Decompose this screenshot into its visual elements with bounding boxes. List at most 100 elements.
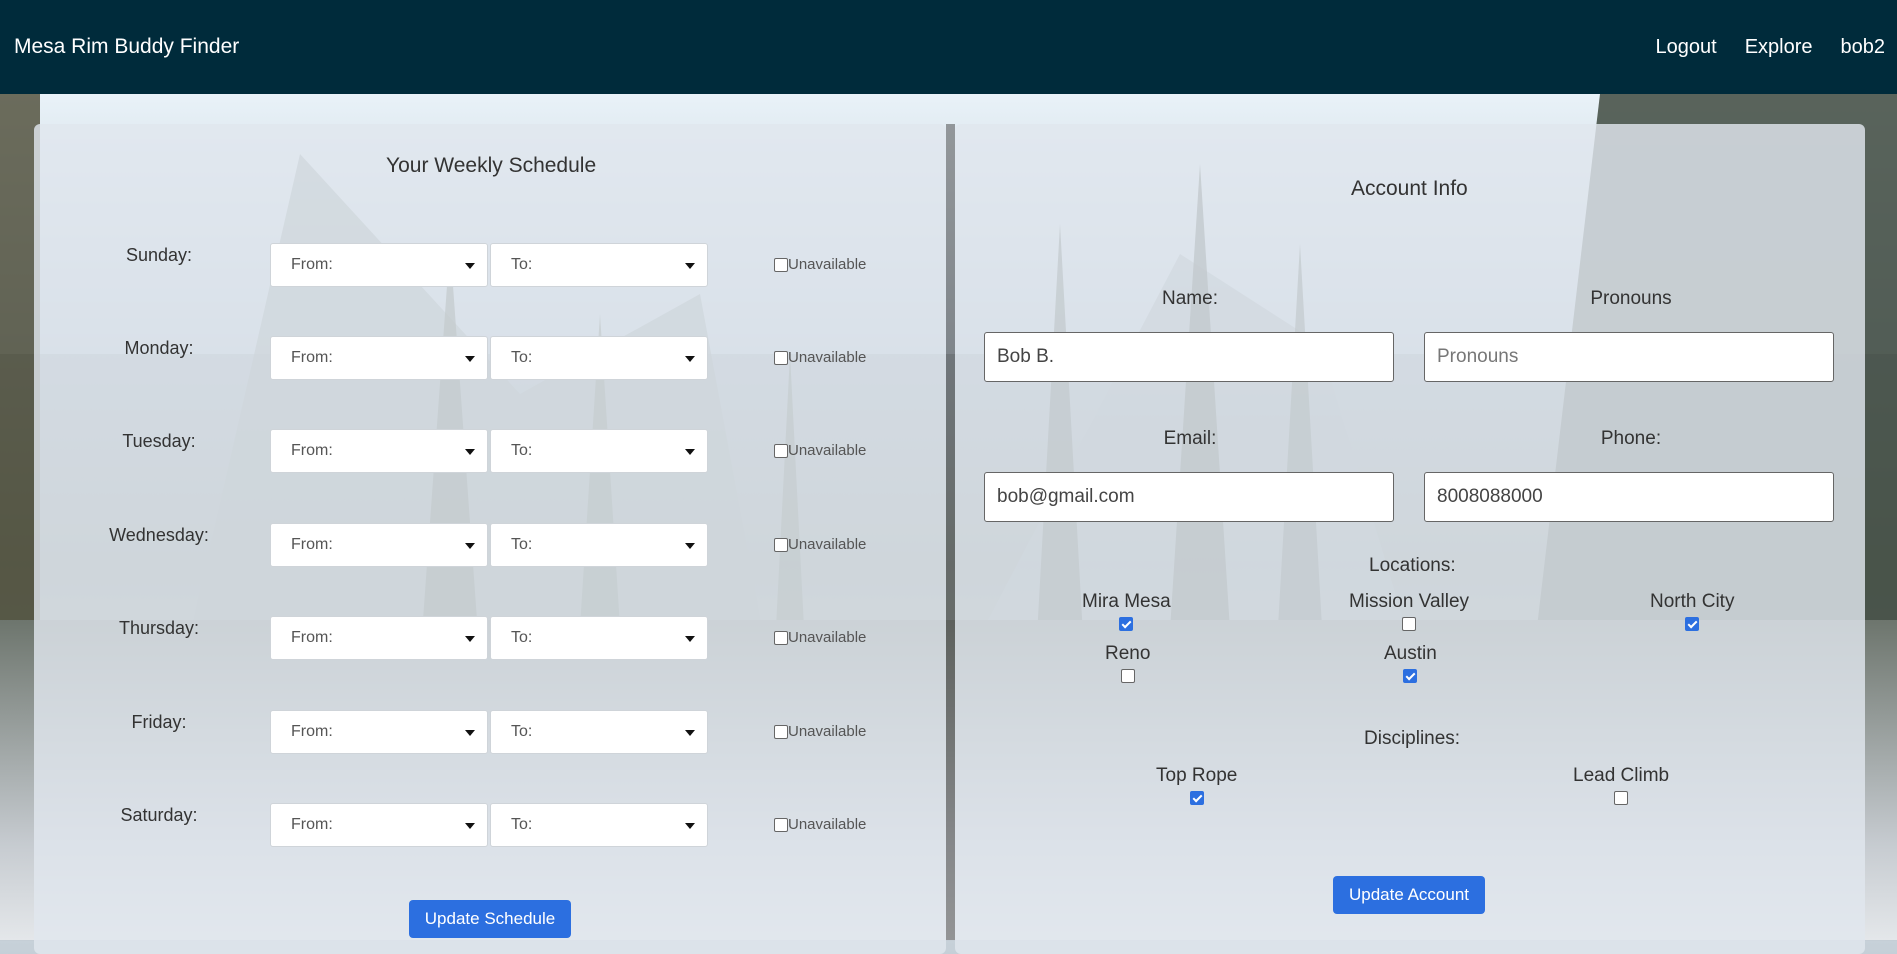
unavailable-option: Unavailable: [774, 629, 866, 646]
logout-link[interactable]: Logout: [1656, 36, 1717, 59]
unavailable-option: Unavailable: [774, 816, 866, 833]
day-label: Monday:: [124, 338, 194, 358]
chevron-down-icon: [465, 356, 475, 362]
unavailable-checkbox[interactable]: [774, 257, 788, 272]
from-select-value: From:: [291, 536, 333, 553]
to-select[interactable]: To:: [490, 336, 708, 380]
day-label: Wednesday:: [109, 525, 209, 545]
unavailable-option: Unavailable: [774, 723, 866, 740]
chevron-down-icon: [685, 730, 695, 736]
from-select[interactable]: From:: [270, 803, 488, 847]
pronouns-input[interactable]: [1424, 332, 1834, 382]
schedule-title: Your Weekly Schedule: [386, 154, 597, 177]
to-select-value: To:: [511, 256, 533, 273]
unavailable-label: Unavailable: [788, 536, 867, 553]
to-select[interactable]: To:: [490, 616, 708, 660]
location-option: Mission Valley: [1349, 591, 1469, 631]
email-label: Email:: [1163, 428, 1217, 449]
from-select-value: From:: [291, 629, 333, 646]
from-select[interactable]: From:: [270, 243, 488, 287]
from-select[interactable]: From:: [270, 429, 488, 473]
unavailable-label: Unavailable: [788, 816, 867, 833]
from-select[interactable]: From:: [270, 523, 488, 567]
location-mira-mesa-checkbox[interactable]: [1119, 617, 1134, 631]
location-austin-checkbox[interactable]: [1403, 669, 1418, 683]
discipline-option: Top Rope: [1156, 765, 1237, 805]
to-select-value: To:: [511, 349, 533, 366]
location-option: Mira Mesa: [1082, 591, 1171, 631]
from-select-value: From:: [291, 816, 333, 833]
navbar: Mesa Rim Buddy Finder Logout Explore bob…: [0, 0, 1897, 94]
nav-links: Logout Explore bob2: [1656, 36, 1885, 59]
locations-label: Locations:: [1369, 555, 1456, 576]
pronouns-label: Pronouns: [1590, 288, 1672, 309]
panel-divider: [946, 124, 955, 940]
location-austin-label: Austin: [1384, 643, 1437, 664]
from-select[interactable]: From:: [270, 336, 488, 380]
to-select[interactable]: To:: [490, 803, 708, 847]
chevron-down-icon: [685, 823, 695, 829]
location-north-city-checkbox[interactable]: [1685, 617, 1700, 631]
unavailable-option: Unavailable: [774, 349, 866, 366]
unavailable-checkbox[interactable]: [774, 724, 788, 739]
email-input[interactable]: [984, 472, 1394, 522]
profile-link[interactable]: bob2: [1841, 36, 1886, 59]
chevron-down-icon: [685, 636, 695, 642]
to-select[interactable]: To:: [490, 523, 708, 567]
from-select-value: From:: [291, 349, 333, 366]
update-account-button[interactable]: Update Account: [1333, 876, 1485, 914]
chevron-down-icon: [685, 356, 695, 362]
from-select-value: From:: [291, 442, 333, 459]
unavailable-label: Unavailable: [788, 723, 867, 740]
name-input[interactable]: [984, 332, 1394, 382]
location-north-city-label: North City: [1650, 591, 1735, 612]
to-select-value: To:: [511, 536, 533, 553]
unavailable-checkbox[interactable]: [774, 443, 788, 458]
from-select[interactable]: From:: [270, 710, 488, 754]
account-panel: [955, 124, 1865, 954]
phone-input[interactable]: [1424, 472, 1834, 522]
unavailable-checkbox[interactable]: [774, 817, 788, 832]
location-reno-label: Reno: [1105, 643, 1151, 664]
location-mira-mesa-label: Mira Mesa: [1082, 591, 1171, 612]
discipline-lead-climb-checkbox[interactable]: [1614, 791, 1629, 805]
chevron-down-icon: [685, 449, 695, 455]
from-select-value: From:: [291, 256, 333, 273]
discipline-top-rope-label: Top Rope: [1156, 765, 1238, 786]
from-select-value: From:: [291, 723, 333, 740]
from-select[interactable]: From:: [270, 616, 488, 660]
chevron-down-icon: [465, 449, 475, 455]
chevron-down-icon: [465, 730, 475, 736]
unavailable-label: Unavailable: [788, 349, 867, 366]
unavailable-checkbox[interactable]: [774, 350, 788, 365]
discipline-top-rope-checkbox[interactable]: [1189, 791, 1204, 805]
chevron-down-icon: [465, 823, 475, 829]
to-select[interactable]: To:: [490, 243, 708, 287]
location-reno-checkbox[interactable]: [1120, 669, 1135, 683]
day-label: Tuesday:: [122, 431, 196, 451]
location-option: North City: [1650, 591, 1734, 631]
to-select-value: To:: [511, 723, 533, 740]
discipline-option: Lead Climb: [1573, 765, 1669, 805]
location-option: Austin: [1384, 643, 1437, 683]
unavailable-label: Unavailable: [788, 442, 867, 459]
explore-link[interactable]: Explore: [1745, 36, 1813, 59]
update-schedule-button[interactable]: Update Schedule: [409, 900, 571, 938]
unavailable-checkbox[interactable]: [774, 630, 788, 645]
brand-link[interactable]: Mesa Rim Buddy Finder: [14, 35, 239, 59]
unavailable-option: Unavailable: [774, 442, 866, 459]
to-select-value: To:: [511, 442, 533, 459]
unavailable-checkbox[interactable]: [774, 537, 788, 552]
unavailable-label: Unavailable: [788, 629, 867, 646]
phone-label: Phone:: [1600, 428, 1662, 449]
disciplines-label: Disciplines:: [1364, 728, 1461, 749]
chevron-down-icon: [685, 543, 695, 549]
to-select[interactable]: To:: [490, 710, 708, 754]
location-mission-valley-checkbox[interactable]: [1402, 617, 1417, 631]
chevron-down-icon: [465, 263, 475, 269]
day-label: Thursday:: [118, 618, 200, 638]
unavailable-option: Unavailable: [774, 536, 866, 553]
discipline-lead-climb-label: Lead Climb: [1573, 765, 1670, 786]
day-label: Sunday:: [125, 245, 193, 265]
to-select[interactable]: To:: [490, 429, 708, 473]
